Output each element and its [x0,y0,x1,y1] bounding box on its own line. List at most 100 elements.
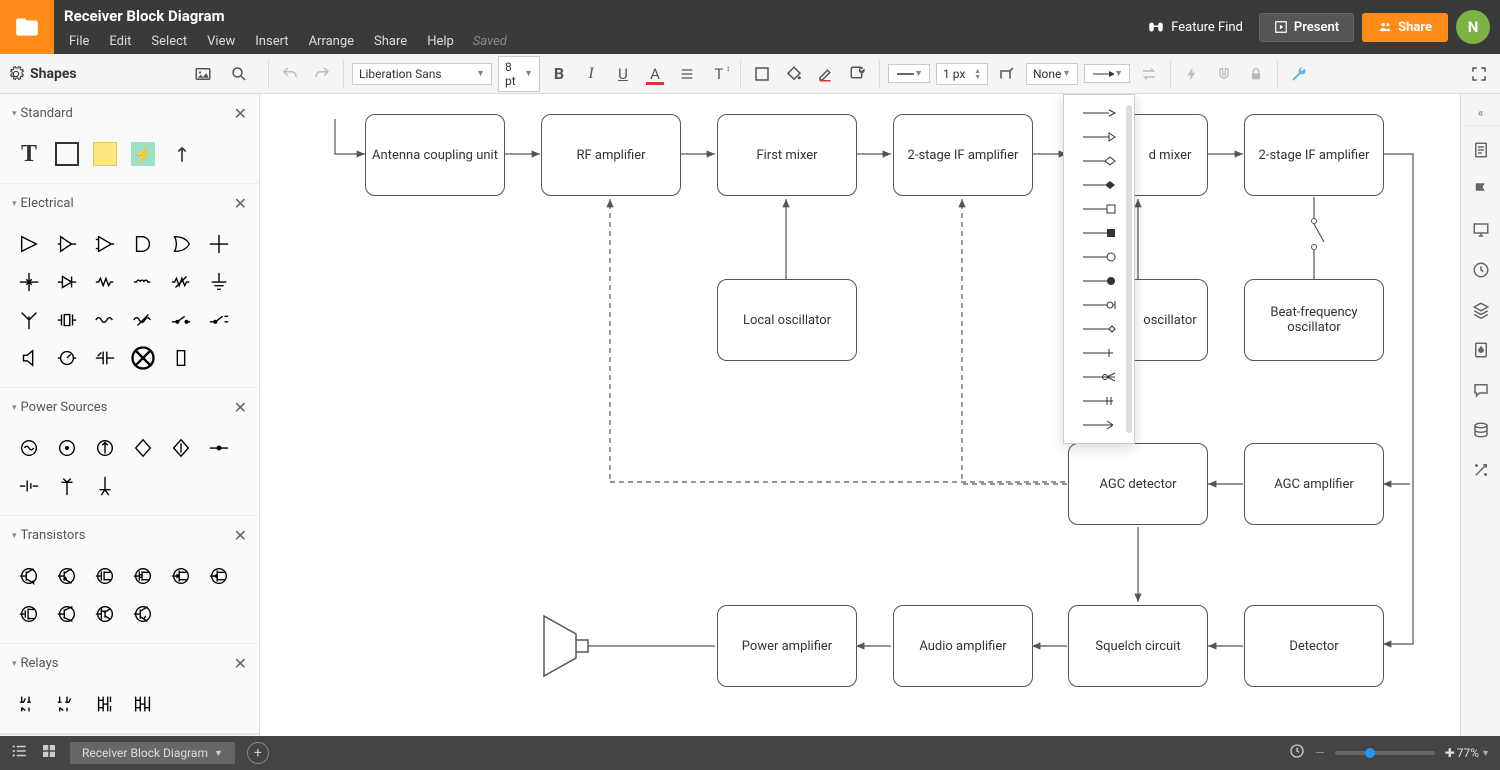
section-standard-header[interactable]: Standard ✕ [0,94,259,133]
wrench-button[interactable] [1286,61,1312,87]
shape-relay-nc[interactable] [52,689,82,719]
line-style-select[interactable]: ▼ [888,64,930,83]
undo-button[interactable] [277,61,303,87]
shape-text[interactable]: T [14,139,44,169]
shape-controlled[interactable] [128,433,158,463]
section-relays-header[interactable]: Relays ✕ [0,644,259,683]
text-style-button[interactable]: T↕ [706,61,732,87]
shape-jfet-p[interactable] [204,561,234,591]
arrow-option-thin-diamond[interactable] [1064,317,1134,341]
section-transistors-header[interactable]: Transistors ✕ [0,516,259,555]
shape-inductor[interactable] [128,267,158,297]
block-if-amp-1[interactable]: 2-stage IF amplifier [893,114,1033,196]
shape-vss[interactable] [90,471,120,501]
close-icon[interactable]: ✕ [234,104,247,123]
rail-comments-button[interactable] [1461,170,1500,210]
fullscreen-button[interactable] [1466,61,1492,87]
shape-controlled2[interactable] [166,433,196,463]
line-route-button[interactable] [994,61,1020,87]
image-button[interactable] [190,61,216,87]
shape-igbt[interactable] [52,599,82,629]
section-power-header[interactable]: Power Sources ✕ [0,388,259,427]
present-button[interactable]: Present [1259,13,1354,42]
block-if-amp-2[interactable]: 2-stage IF amplifier [1244,114,1384,196]
close-icon[interactable]: ✕ [234,194,247,213]
arrow-option-crossfoot[interactable] [1064,293,1134,317]
lock-button[interactable] [1243,61,1269,87]
search-button[interactable] [226,61,252,87]
shape-npn[interactable] [14,561,44,591]
block-audio-amplifier[interactable]: Audio amplifier [893,605,1033,687]
canvas[interactable]: Antenna coupling unit RF amplifier First… [260,94,1460,736]
shape-relay-coil[interactable] [90,689,120,719]
menu-arrange[interactable]: Arrange [300,30,363,53]
shape-variable[interactable] [166,267,196,297]
shape-node[interactable] [204,229,234,259]
close-icon[interactable]: ✕ [234,654,247,673]
shape-speaker[interactable] [14,343,44,373]
shape-scr[interactable] [128,599,158,629]
arrow-option-filled-square[interactable] [1064,221,1134,245]
block-power-amplifier[interactable]: Power amplifier [717,605,857,687]
shape-rectangle[interactable] [52,139,82,169]
shape-voltage2[interactable] [14,471,44,501]
block-agc-detector[interactable]: AGC detector [1068,443,1208,525]
shape-and-gate[interactable] [128,229,158,259]
menu-edit[interactable]: Edit [100,30,140,53]
shape-crystal[interactable] [52,305,82,335]
shape-zigzag[interactable] [90,305,120,335]
menu-select[interactable]: Select [142,30,196,53]
user-avatar[interactable]: N [1456,10,1490,44]
text-color-button[interactable]: A [642,61,668,87]
sync-button[interactable] [1289,743,1305,763]
underline-button[interactable]: U [610,61,636,87]
section-electrical-header[interactable]: Electrical ✕ [0,184,259,223]
italic-button[interactable]: I [578,61,604,87]
bucket-button[interactable] [781,61,807,87]
close-icon[interactable]: ✕ [234,398,247,417]
arrow-style-dropdown[interactable] [1063,94,1135,444]
outline-button[interactable] [10,742,28,764]
block-bfo[interactable]: Beat-frequency oscillator [1244,279,1384,361]
rail-chat-button[interactable] [1461,370,1500,410]
rail-page-button[interactable] [1461,130,1500,170]
shapes-panel-toggle[interactable]: Shapes [8,66,77,82]
grid-button[interactable] [40,742,58,764]
redo-button[interactable] [309,61,335,87]
fill-button[interactable] [749,61,775,87]
shape-dc-source[interactable] [52,433,82,463]
border-color-button[interactable] [813,61,839,87]
block-antenna-coupling[interactable]: Antenna coupling unit [365,114,505,196]
shape-wave[interactable] [128,305,158,335]
shape-relay-dpdt[interactable] [128,689,158,719]
arrow-option-filled-diamond[interactable] [1064,173,1134,197]
shape-hotspot[interactable]: ⚡ [128,139,158,169]
arrow-option-hollow-diamond[interactable] [1064,149,1134,173]
collapse-rail-button[interactable]: « [1461,102,1500,126]
shape-meter[interactable] [52,343,82,373]
menu-insert[interactable]: Insert [246,30,297,53]
font-size-select[interactable]: 8 pt▼ [498,56,540,92]
share-button[interactable]: Share [1362,13,1448,42]
block-local-oscillator[interactable]: Local oscillator [717,279,857,361]
shape-pnp[interactable] [52,561,82,591]
menu-view[interactable]: View [198,30,244,53]
shape-note[interactable] [90,139,120,169]
line-end-select[interactable]: ▼ [1084,64,1130,83]
shape-nfet[interactable] [90,561,120,591]
menu-file[interactable]: File [60,30,98,53]
shape-jfet-n[interactable] [166,561,196,591]
rail-present-button[interactable] [1461,210,1500,250]
rail-layers-button[interactable] [1461,290,1500,330]
rail-history-button[interactable] [1461,250,1500,290]
block-detector[interactable]: Detector [1244,605,1384,687]
zoom-slider[interactable] [1335,751,1435,755]
document-title[interactable]: Receiver Block Diagram [60,7,225,25]
shape-darlington[interactable] [90,599,120,629]
shape-cap[interactable] [90,343,120,373]
arrow-option-one[interactable] [1064,341,1134,365]
shape-amplifier[interactable] [14,229,44,259]
feature-find-button[interactable]: Feature Find [1139,18,1251,36]
arrow-option-back[interactable] [1064,413,1134,437]
app-logo[interactable] [0,0,54,54]
